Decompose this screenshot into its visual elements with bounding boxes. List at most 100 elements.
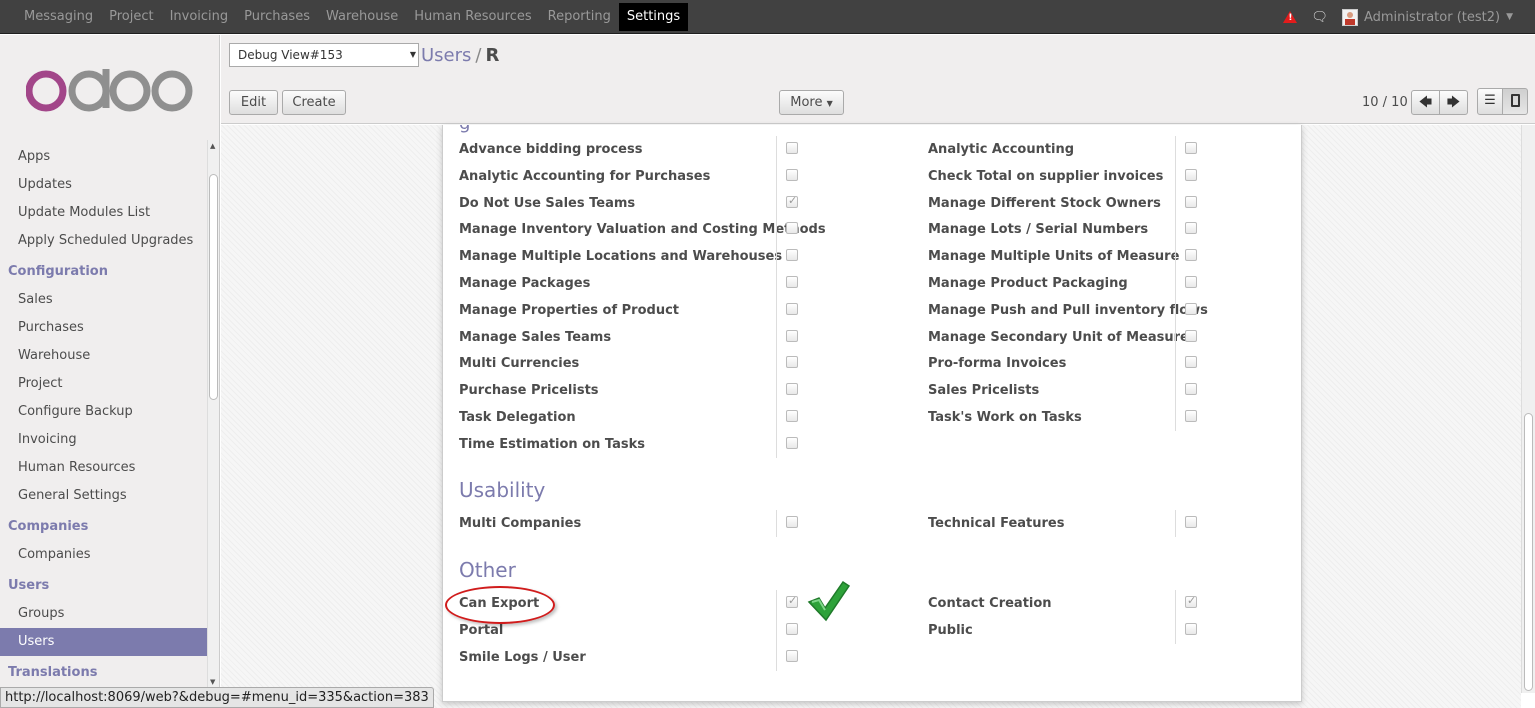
- field-checkbox[interactable]: [1185, 168, 1197, 181]
- field-checkbox[interactable]: [786, 249, 798, 262]
- field-divider: [776, 189, 777, 217]
- sidebar-item-apps[interactable]: Apps: [0, 143, 207, 171]
- sidebar-heading-translations[interactable]: Translations: [0, 659, 207, 687]
- field-label: Multi Companies: [459, 516, 582, 531]
- sidebar-item-update-modules-list[interactable]: Update Modules List: [0, 199, 207, 227]
- sidebar-item-companies[interactable]: Companies: [0, 541, 207, 569]
- field-checkbox[interactable]: [786, 222, 798, 235]
- field-checkbox[interactable]: [1185, 142, 1197, 154]
- field-checkbox[interactable]: [786, 594, 798, 608]
- field-divider: [776, 404, 777, 431]
- field-checkbox[interactable]: [1185, 249, 1197, 262]
- field-label: Manage Packages: [459, 276, 591, 291]
- field-checkbox[interactable]: [1185, 516, 1197, 528]
- create-button[interactable]: Create: [282, 90, 346, 115]
- caret-down-icon[interactable]: ▼: [1506, 12, 1513, 22]
- sidebar-item-human-resources[interactable]: Human Resources: [0, 454, 207, 482]
- field-checkbox[interactable]: [1185, 329, 1197, 342]
- top-menu-settings[interactable]: Settings: [618, 3, 689, 31]
- pager-next-button[interactable]: 🡆: [1439, 90, 1468, 115]
- form-view-button[interactable]: [1502, 88, 1528, 115]
- field-checkbox[interactable]: [1185, 222, 1197, 235]
- sidebar: Apps Updates Update Modules List Apply Sche…: [0, 35, 220, 708]
- breadcrumb-users-link[interactable]: Users: [421, 45, 471, 66]
- pager-previous-button[interactable]: 🡄: [1411, 90, 1440, 115]
- sidebar-item-users[interactable]: Users: [0, 628, 207, 656]
- top-menu-invoicing[interactable]: Invoicing: [162, 0, 237, 34]
- edit-button[interactable]: Edit: [229, 90, 278, 115]
- user-menu[interactable]: Administrator (test2): [1364, 10, 1500, 25]
- field-checkbox[interactable]: [786, 622, 798, 635]
- field-label: Manage Product Packaging: [928, 276, 1128, 291]
- field-label: Manage Multiple Units of Measure: [928, 249, 1180, 265]
- top-menu-messaging[interactable]: Messaging: [0, 0, 101, 34]
- debug-view-select[interactable]: Debug View#153 ▼: [229, 43, 419, 67]
- field-checkbox[interactable]: [1185, 195, 1197, 208]
- field-checkbox[interactable]: [1185, 410, 1197, 422]
- sidebar-item-project[interactable]: Project: [0, 370, 207, 398]
- field-checkbox[interactable]: [786, 329, 798, 342]
- field-checkbox[interactable]: [1185, 356, 1197, 369]
- field-divider: [1175, 270, 1176, 297]
- sidebar-item-invoicing[interactable]: Invoicing: [0, 426, 207, 454]
- top-menu-purchases[interactable]: Purchases: [236, 0, 318, 34]
- field-divider: [776, 643, 777, 671]
- field-label: Manage Different Stock Owners: [928, 195, 1161, 211]
- top-menu-human-resources[interactable]: Human Resources: [406, 0, 539, 34]
- sidebar-heading-companies[interactable]: Companies: [0, 513, 207, 541]
- sidebar-menu: Apps Updates Update Modules List Apply Sche…: [0, 143, 207, 687]
- main-scrollbar[interactable]: [1521, 125, 1535, 693]
- sidebar-heading-users[interactable]: Users: [0, 572, 207, 600]
- top-menu-reporting[interactable]: Reporting: [540, 0, 619, 34]
- field-checkbox[interactable]: [786, 436, 798, 449]
- sidebar-item-configure-backup[interactable]: Configure Backup: [0, 398, 207, 426]
- sidebar-item-sales[interactable]: Sales: [0, 286, 207, 314]
- field-checkbox[interactable]: [786, 383, 798, 396]
- field-checkbox[interactable]: [1185, 302, 1197, 315]
- field-divider: [1175, 590, 1176, 617]
- sidebar-item-apply-scheduled-upgrades[interactable]: Apply Scheduled Upgrades: [0, 227, 207, 255]
- main-scroll-thumb[interactable]: [1524, 413, 1533, 691]
- field-divider: [776, 243, 777, 271]
- dropdown-arrow-icon: ▼: [409, 50, 416, 59]
- field-label: Manage Multiple Locations and Warehouses: [459, 249, 783, 265]
- field-checkbox[interactable]: [786, 276, 798, 288]
- sidebar-heading-configuration[interactable]: Configuration: [0, 258, 207, 286]
- sidebar-item-general-settings[interactable]: General Settings: [0, 482, 207, 510]
- list-view-button[interactable]: ☰: [1477, 88, 1503, 115]
- field-checkbox[interactable]: [786, 410, 798, 422]
- field-checkbox[interactable]: [786, 356, 798, 369]
- field-checkbox[interactable]: [1185, 622, 1197, 635]
- field-checkbox[interactable]: [1185, 276, 1197, 288]
- more-button[interactable]: More ▼: [779, 90, 844, 115]
- control-panel: Debug View#153 ▼ Users / R Edit Create Mor…: [221, 35, 1535, 124]
- field-divider: [776, 162, 777, 190]
- sidebar-scroll-thumb[interactable]: [209, 174, 218, 400]
- chat-icon[interactable]: 🗨: [1311, 10, 1328, 25]
- top-menu-warehouse[interactable]: Warehouse: [318, 0, 406, 34]
- field-checkbox[interactable]: [786, 516, 798, 528]
- field-checkbox[interactable]: [786, 302, 798, 315]
- field-label: Task Delegation: [459, 410, 576, 425]
- sidebar-scrollbar[interactable]: ▲ ▼: [207, 140, 219, 688]
- sidebar-item-purchases[interactable]: Purchases: [0, 314, 207, 342]
- field-checkbox[interactable]: [786, 168, 798, 181]
- sidebar-item-updates[interactable]: Updates: [0, 171, 207, 199]
- field-divider: [1175, 404, 1176, 431]
- field-divider: [1175, 296, 1176, 324]
- scroll-down-icon[interactable]: ▼: [210, 678, 215, 686]
- field-checkbox[interactable]: [786, 142, 798, 154]
- field-label: Smile Logs / User: [459, 649, 586, 665]
- field-checkbox[interactable]: [1185, 594, 1197, 608]
- warning-icon[interactable]: !: [1283, 11, 1298, 23]
- scroll-up-icon[interactable]: ▲: [210, 142, 215, 150]
- avatar[interactable]: [1341, 8, 1358, 26]
- field-label: Multi Currencies: [459, 356, 580, 372]
- debug-view-value: Debug View#153: [238, 48, 343, 62]
- sidebar-item-groups[interactable]: Groups: [0, 600, 207, 628]
- field-checkbox[interactable]: [786, 194, 798, 208]
- top-menu-project[interactable]: Project: [101, 0, 161, 34]
- field-checkbox[interactable]: [1185, 383, 1197, 396]
- field-checkbox[interactable]: [786, 649, 798, 662]
- sidebar-item-warehouse[interactable]: Warehouse: [0, 342, 207, 370]
